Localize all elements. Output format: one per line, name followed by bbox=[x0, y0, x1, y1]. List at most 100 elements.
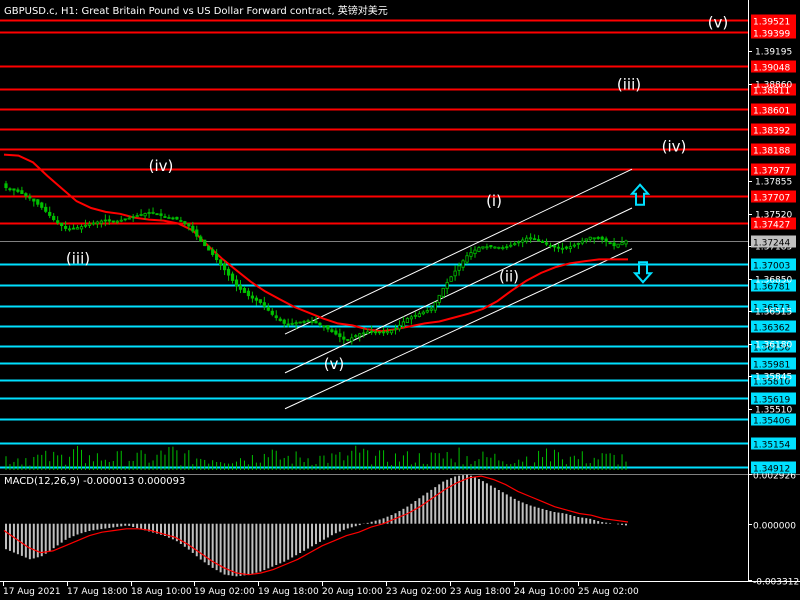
candle-body bbox=[207, 246, 211, 251]
candle-body bbox=[171, 217, 175, 220]
wave-label: (ii) bbox=[499, 268, 519, 286]
candle-body bbox=[286, 323, 290, 326]
candle-body bbox=[477, 247, 481, 252]
candle-body bbox=[71, 227, 76, 230]
wave-label: (v) bbox=[708, 14, 729, 32]
candle-body bbox=[620, 242, 624, 246]
time-tick-label: 23 Aug 02:00 bbox=[386, 587, 447, 597]
resistance-price-label: 1.39048 bbox=[753, 64, 790, 74]
price-tick-label: 1.35510 bbox=[755, 406, 792, 416]
candle-body bbox=[242, 287, 247, 293]
macd-panel: 0.0029260.000000-0.003312 bbox=[0, 472, 800, 588]
candle-body bbox=[254, 297, 258, 301]
candle-body bbox=[119, 219, 123, 222]
price-tick-label: 1.36850 bbox=[755, 276, 792, 286]
candle-body bbox=[517, 241, 521, 244]
candle-body bbox=[219, 259, 223, 266]
resistance-price-label: 1.38392 bbox=[753, 127, 790, 137]
price-tick-label: 1.36180 bbox=[755, 341, 792, 351]
candle-body bbox=[306, 320, 310, 323]
candle-body bbox=[429, 308, 433, 311]
moving-average bbox=[3, 153, 628, 333]
candle-body bbox=[262, 302, 266, 307]
candle-body bbox=[521, 239, 525, 243]
candle-body bbox=[246, 290, 251, 297]
candle-body bbox=[226, 268, 231, 276]
candle-body bbox=[282, 319, 286, 324]
candle-body bbox=[374, 331, 378, 334]
candle-body bbox=[40, 202, 44, 208]
candle-body bbox=[44, 206, 48, 212]
candle-body bbox=[421, 311, 425, 315]
candle-body bbox=[608, 242, 612, 245]
candle-body bbox=[12, 188, 16, 191]
candle-body bbox=[270, 310, 274, 315]
candle-body bbox=[298, 321, 302, 324]
candle-body bbox=[409, 316, 413, 320]
candle-body bbox=[417, 313, 421, 317]
time-tick-label: 20 Aug 10:00 bbox=[322, 587, 383, 597]
candle-body bbox=[167, 217, 171, 219]
resistance-price-label: 1.37427 bbox=[753, 221, 790, 231]
candle-body bbox=[318, 322, 322, 325]
candle-body bbox=[139, 214, 143, 216]
candle-body bbox=[199, 236, 203, 242]
candle-body bbox=[489, 245, 493, 248]
candle-body bbox=[151, 211, 155, 214]
candle-body bbox=[497, 246, 501, 249]
candle-body bbox=[48, 211, 52, 216]
candle-body bbox=[346, 339, 350, 341]
candle-body bbox=[358, 333, 362, 337]
price-tick-label: 1.39195 bbox=[755, 48, 792, 58]
candle-body bbox=[588, 236, 592, 240]
channel-upper-line bbox=[284, 168, 633, 335]
price-tick-label: 1.37855 bbox=[755, 178, 792, 188]
wave-label: (v) bbox=[324, 355, 345, 373]
time-tick-label: 24 Aug 10:00 bbox=[514, 587, 575, 597]
candle-body bbox=[437, 294, 441, 303]
volume-bars bbox=[5, 445, 627, 470]
candle-body bbox=[556, 246, 561, 249]
support-price-label: 1.36362 bbox=[753, 324, 790, 334]
time-tick-label: 25 Aug 02:00 bbox=[578, 587, 639, 597]
wave-label: (iv) bbox=[662, 138, 687, 156]
candle-body bbox=[258, 299, 262, 303]
candle-body bbox=[230, 273, 235, 281]
candle-body bbox=[580, 240, 584, 244]
chart-canvas[interactable]: (iv)(iii)(v)(i)(ii)(iii)(iv)(v) 0.002926… bbox=[0, 0, 800, 600]
time-tick-label: 19 Aug 18:00 bbox=[258, 587, 319, 597]
candle-body bbox=[604, 238, 608, 242]
time-tick-label: 17 Aug 2021 bbox=[3, 587, 61, 597]
macd-label: MACD(12,26,9) -0.000013 0.000093 bbox=[4, 476, 186, 487]
price-axis: 1.395211.393991.390481.388111.386011.383… bbox=[748, 14, 796, 475]
candle-body bbox=[481, 246, 485, 249]
candle-body bbox=[91, 222, 96, 225]
candle-body bbox=[532, 238, 537, 241]
candle-body bbox=[326, 325, 330, 330]
candle-body bbox=[572, 244, 576, 247]
candle-body bbox=[513, 243, 517, 246]
candle-body bbox=[83, 224, 88, 227]
candle-body bbox=[592, 237, 596, 240]
candle-body bbox=[540, 240, 545, 243]
candle-body bbox=[401, 321, 406, 327]
candle-body bbox=[222, 263, 227, 271]
candle-body bbox=[405, 318, 410, 323]
candle-body bbox=[127, 217, 131, 220]
candle-body bbox=[377, 331, 382, 334]
candle-body bbox=[564, 246, 568, 249]
support-price-label: 1.35406 bbox=[753, 417, 790, 427]
candle-body bbox=[389, 329, 394, 334]
candle-body bbox=[234, 279, 239, 287]
candle-body bbox=[509, 244, 513, 247]
candle-body bbox=[453, 270, 457, 277]
candle-body bbox=[350, 337, 354, 342]
candle-body bbox=[215, 254, 219, 261]
candle-body bbox=[147, 212, 151, 214]
candle-body bbox=[501, 247, 505, 250]
candle-body bbox=[187, 223, 191, 227]
candle-body bbox=[155, 213, 159, 216]
resistance-price-label: 1.39399 bbox=[753, 30, 790, 40]
time-tick-label: 23 Aug 18:00 bbox=[450, 587, 511, 597]
support-price-label: 1.35981 bbox=[753, 361, 790, 371]
